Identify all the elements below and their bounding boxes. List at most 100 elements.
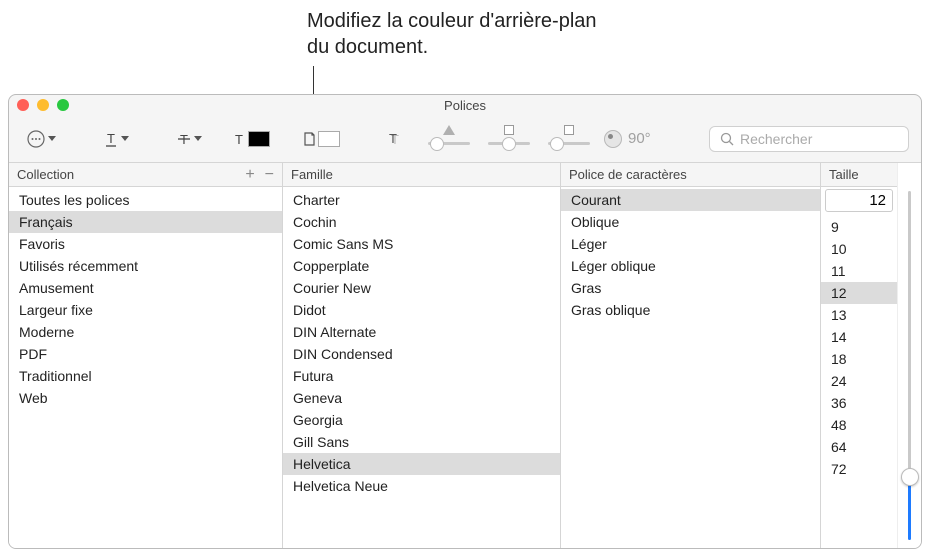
size-item[interactable]: 72 <box>821 458 897 480</box>
size-header-label: Taille <box>829 167 859 182</box>
size-list[interactable]: 91011121314182436486472 <box>821 216 897 548</box>
callout-line1: Modifiez la couleur d'arrière-plan <box>307 8 597 34</box>
typeface-list[interactable]: CourantObliqueLégerLéger obliqueGrasGras… <box>561 187 820 548</box>
family-item[interactable]: Courier New <box>283 277 560 299</box>
typeface-item[interactable]: Léger oblique <box>561 255 820 277</box>
family-list[interactable]: CharterCochinComic Sans MSCopperplateCou… <box>283 187 560 548</box>
collection-list[interactable]: Toutes les policesFrançaisFavorisUtilisé… <box>9 187 282 548</box>
typeface-header: Police de caractères <box>561 163 820 187</box>
size-item[interactable]: 11 <box>821 260 897 282</box>
square-icon <box>564 125 574 135</box>
collection-header: Collection + − <box>9 163 282 187</box>
search-input[interactable]: Rechercher <box>709 126 909 152</box>
collection-item[interactable]: Web <box>9 387 282 409</box>
size-item[interactable]: 14 <box>821 326 897 348</box>
family-item[interactable]: Copperplate <box>283 255 560 277</box>
shadow-sliders <box>428 125 590 153</box>
typeface-item[interactable]: Courant <box>561 189 820 211</box>
size-header: Taille <box>821 163 897 187</box>
family-column: Famille CharterCochinComic Sans MSCopper… <box>283 163 561 548</box>
family-item[interactable]: Helvetica Neue <box>283 475 560 497</box>
family-item[interactable]: Charter <box>283 189 560 211</box>
svg-text:T: T <box>235 132 243 147</box>
size-item[interactable]: 18 <box>821 348 897 370</box>
size-item[interactable]: 36 <box>821 392 897 414</box>
shadow-blur-slider[interactable] <box>488 125 530 153</box>
shadow-opacity-slider[interactable] <box>428 125 470 153</box>
family-item[interactable]: Comic Sans MS <box>283 233 560 255</box>
angle-value: 90° <box>628 130 651 147</box>
collection-header-label: Collection <box>17 167 74 182</box>
remove-collection-button[interactable]: − <box>265 166 274 184</box>
text-shadow-button[interactable]: TT <box>382 127 412 151</box>
document-background-color-button[interactable] <box>296 127 346 151</box>
collection-item[interactable]: Largeur fixe <box>9 299 282 321</box>
collection-item[interactable]: Traditionnel <box>9 365 282 387</box>
family-header: Famille <box>283 163 560 187</box>
family-item[interactable]: DIN Alternate <box>283 321 560 343</box>
callout-line2: du document. <box>307 34 597 60</box>
background-color-swatch <box>318 131 340 147</box>
chevron-down-icon <box>121 136 129 141</box>
typeface-column: Police de caractères CourantObliqueLéger… <box>561 163 821 548</box>
square-icon <box>504 125 514 135</box>
size-column: Taille 91011121314182436486472 <box>821 163 921 548</box>
typeface-item[interactable]: Léger <box>561 233 820 255</box>
minimize-button[interactable] <box>37 99 49 111</box>
strikethrough-button[interactable]: T <box>171 127 208 151</box>
collection-item[interactable]: Favoris <box>9 233 282 255</box>
toolbar: T T T TT <box>9 115 921 163</box>
zoom-button[interactable] <box>57 99 69 111</box>
family-item[interactable]: Geneva <box>283 387 560 409</box>
shadow-angle-control[interactable]: 90° <box>604 130 651 148</box>
family-item[interactable]: Didot <box>283 299 560 321</box>
family-item[interactable]: Helvetica <box>283 453 560 475</box>
titlebar: Polices <box>9 95 921 115</box>
chevron-down-icon <box>194 136 202 141</box>
shadow-offset-slider[interactable] <box>548 125 590 153</box>
text-color-button[interactable]: T <box>228 127 276 151</box>
collection-column: Collection + − Toutes les policesFrançai… <box>9 163 283 548</box>
size-input[interactable] <box>825 189 893 212</box>
size-item[interactable]: 64 <box>821 436 897 458</box>
size-item[interactable]: 12 <box>821 282 897 304</box>
size-item[interactable]: 10 <box>821 238 897 260</box>
family-item[interactable]: Futura <box>283 365 560 387</box>
fonts-window: Polices T T T TT <box>8 94 922 549</box>
underline-button[interactable]: T <box>98 127 135 151</box>
size-item[interactable]: 13 <box>821 304 897 326</box>
typeface-header-label: Police de caractères <box>569 167 687 182</box>
collection-item[interactable]: Utilisés récemment <box>9 255 282 277</box>
font-browser: Collection + − Toutes les policesFrançai… <box>9 163 921 548</box>
family-item[interactable]: Cochin <box>283 211 560 233</box>
collection-item[interactable]: PDF <box>9 343 282 365</box>
window-title: Polices <box>444 98 486 113</box>
size-slider[interactable] <box>897 163 921 548</box>
size-item[interactable]: 24 <box>821 370 897 392</box>
window-controls <box>17 99 69 111</box>
collection-item[interactable]: Toutes les polices <box>9 189 282 211</box>
family-item[interactable]: Georgia <box>283 409 560 431</box>
search-placeholder: Rechercher <box>740 131 812 147</box>
svg-text:T: T <box>389 131 397 146</box>
family-header-label: Famille <box>291 167 333 182</box>
angle-dial-icon <box>604 130 622 148</box>
size-item[interactable]: 9 <box>821 216 897 238</box>
typeface-item[interactable]: Gras oblique <box>561 299 820 321</box>
search-icon <box>720 132 734 146</box>
callout-text: Modifiez la couleur d'arrière-plan du do… <box>307 8 597 60</box>
typeface-item[interactable]: Oblique <box>561 211 820 233</box>
triangle-icon <box>443 125 455 135</box>
close-button[interactable] <box>17 99 29 111</box>
family-item[interactable]: DIN Condensed <box>283 343 560 365</box>
more-actions-menu[interactable] <box>21 126 62 152</box>
add-collection-button[interactable]: + <box>245 166 254 184</box>
chevron-down-icon <box>48 136 56 141</box>
collection-item[interactable]: Amusement <box>9 277 282 299</box>
collection-item[interactable]: Français <box>9 211 282 233</box>
collection-item[interactable]: Moderne <box>9 321 282 343</box>
typeface-item[interactable]: Gras <box>561 277 820 299</box>
family-item[interactable]: Gill Sans <box>283 431 560 453</box>
svg-text:T: T <box>107 131 115 146</box>
size-item[interactable]: 48 <box>821 414 897 436</box>
